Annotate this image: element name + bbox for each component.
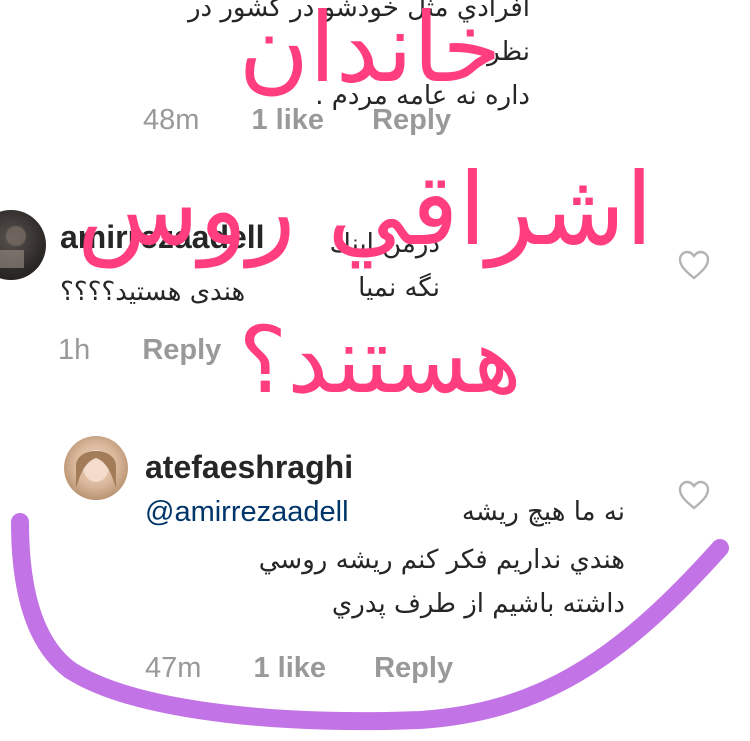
reply-mention-link[interactable]: @amirrezaadell [145, 490, 349, 534]
comment-2-time: 1h [58, 334, 91, 366]
overlay-line3: هستند؟ [238, 307, 522, 414]
overlay-line2: اشراقي روس [76, 151, 654, 268]
reply-avatar[interactable] [64, 436, 128, 500]
reply-time: 47m [145, 652, 202, 684]
reply-username[interactable]: atefaeshraghi [145, 449, 353, 486]
reply-reply-button[interactable]: Reply [374, 652, 453, 684]
reply-line2: هندي نداريم فكر كنم ريشه روسي [258, 545, 625, 575]
comment-1-reply-button[interactable]: Reply [372, 104, 451, 136]
comment-1-time: 48m [143, 104, 200, 136]
reply-line3: داشته باشيم از طرف پدري [331, 589, 625, 619]
reply-text: @amirrezaadell نه ما هيچ ريشه هندي نداري… [145, 490, 625, 626]
reply-like-heart-icon[interactable] [678, 480, 710, 510]
comment-1-meta: 48m 1 like Reply [143, 104, 451, 137]
reply-avatar-photo [76, 450, 116, 488]
reply-likes[interactable]: 1 like [253, 652, 326, 684]
reply-line1: نه ما هيچ ريشه [461, 497, 625, 527]
overlay-line1: خاندان [238, 0, 502, 104]
reply-meta: 47m 1 like Reply [145, 652, 453, 685]
comment-1-likes[interactable]: 1 like [251, 104, 324, 136]
